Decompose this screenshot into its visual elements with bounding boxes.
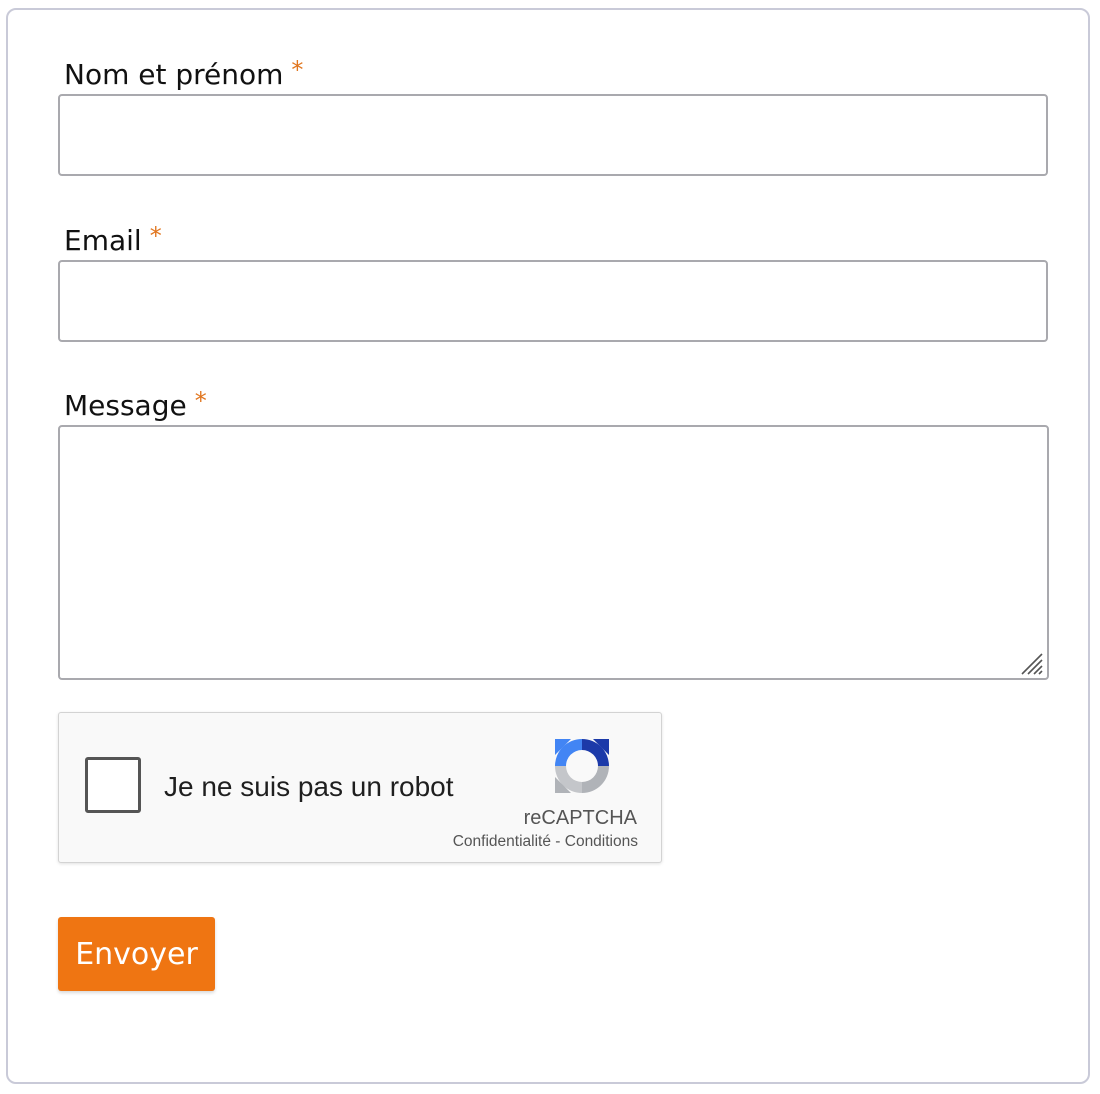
recaptcha-checkbox[interactable] bbox=[85, 757, 141, 813]
contact-form-container: Nom et prénom * Email * Message * Je ne sui… bbox=[6, 8, 1090, 1084]
email-label-text: Email bbox=[64, 224, 142, 257]
recaptcha-link-separator: - bbox=[555, 833, 561, 850]
email-label: Email * bbox=[64, 222, 162, 259]
recaptcha-brand: reCAPTCHA bbox=[523, 807, 637, 829]
submit-button[interactable]: Envoyer bbox=[58, 917, 215, 991]
email-field[interactable] bbox=[58, 260, 1048, 342]
recaptcha-privacy-link[interactable]: Confidentialité bbox=[453, 833, 551, 850]
email-required-marker: * bbox=[149, 222, 162, 250]
message-label: Message * bbox=[64, 387, 207, 424]
name-label: Nom et prénom * bbox=[64, 56, 304, 93]
name-label-text: Nom et prénom bbox=[64, 58, 284, 91]
recaptcha-links: Confidentialité - Conditions bbox=[419, 833, 638, 851]
recaptcha-checkbox-label: Je ne suis pas un robot bbox=[164, 771, 454, 802]
recaptcha-widget: Je ne suis pas un robot reCAPTCHA Confid… bbox=[58, 712, 662, 863]
textarea-resize-handle[interactable] bbox=[1018, 650, 1044, 676]
recaptcha-terms-link[interactable]: Conditions bbox=[565, 833, 638, 850]
recaptcha-logo-icon bbox=[555, 739, 609, 793]
name-required-marker: * bbox=[291, 56, 304, 84]
message-field[interactable] bbox=[58, 425, 1049, 680]
message-required-marker: * bbox=[194, 387, 207, 415]
message-label-text: Message bbox=[64, 389, 187, 422]
name-field[interactable] bbox=[58, 94, 1048, 176]
